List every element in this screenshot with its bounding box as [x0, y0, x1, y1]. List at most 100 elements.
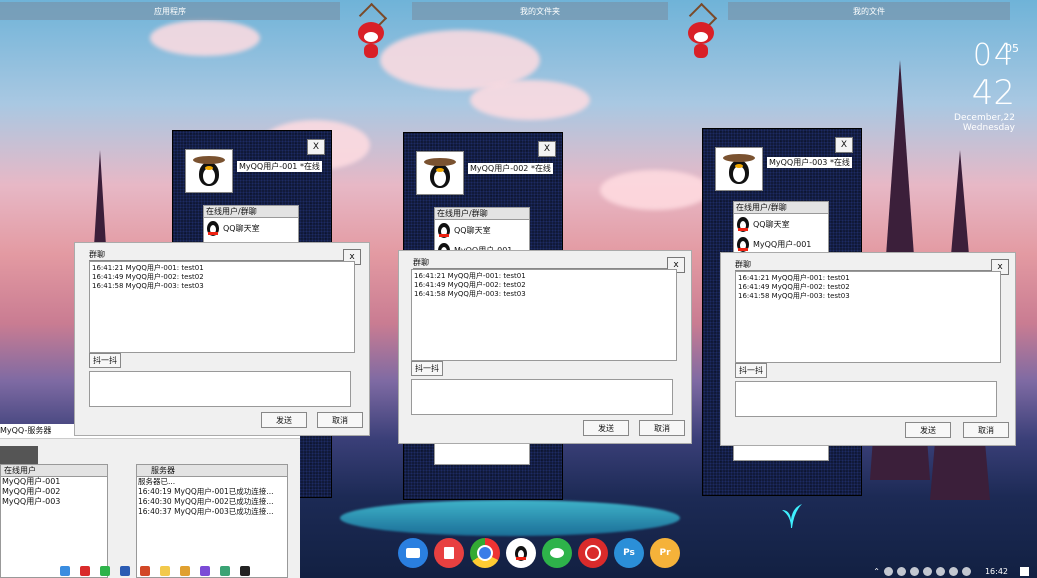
- status-text: *在线: [530, 164, 551, 173]
- netease-music-icon[interactable]: [80, 566, 90, 576]
- taskbar-apps: [60, 564, 250, 578]
- log-line: 16:40:37 MyQQ用户-003已成功连接...: [138, 507, 274, 516]
- wechat-icon[interactable]: [100, 566, 110, 576]
- send-button[interactable]: 发送: [583, 420, 629, 436]
- list-item[interactable]: QQ聊天室: [204, 218, 298, 238]
- desktop-item-my-folder[interactable]: 我的文件夹: [412, 2, 668, 20]
- chat-message: 16:41:21 MyQQ用户-001: test01: [92, 264, 204, 272]
- photoshop-icon[interactable]: Ps: [614, 538, 644, 568]
- desktop-clock: 04 05 42 December,22 Wednesday: [954, 38, 1019, 133]
- online-users-list: 在线用户 MyQQ用户-001 MyQQ用户-002 MyQQ用户-003: [0, 464, 108, 578]
- dock: Ps Pr: [398, 538, 680, 572]
- trash-icon[interactable]: [434, 538, 464, 568]
- list-item[interactable]: MyQQ用户-002: [2, 487, 107, 497]
- list-item[interactable]: MyQQ用户-001: [2, 477, 107, 487]
- log-line: 16:40:30 MyQQ用户-002已成功连接...: [138, 497, 274, 506]
- server-window: MyQQ-服务器 在线用户 MyQQ用户-001 MyQQ用户-002 MyQQ…: [0, 424, 300, 578]
- chat-message: 16:41:49 MyQQ用户-002: test02: [414, 281, 526, 289]
- shake-button[interactable]: 抖一抖: [89, 353, 121, 368]
- netease-music-icon[interactable]: [578, 538, 608, 568]
- glowing-sprout: [782, 504, 802, 528]
- avatar: [715, 147, 763, 191]
- list-item[interactable]: QQ聊天室: [435, 220, 529, 240]
- server-log: 服务器 服务器已... 16:40:19 MyQQ用户-001已成功连接... …: [136, 464, 288, 578]
- user-status: MyQQ用户-002 *在线: [468, 163, 553, 174]
- chrome-icon[interactable]: [470, 538, 500, 568]
- premiere-icon[interactable]: Pr: [650, 538, 680, 568]
- tray-icon[interactable]: [922, 566, 932, 576]
- tray-icon[interactable]: [909, 566, 919, 576]
- chat-message: 16:41:58 MyQQ用户-003: test03: [738, 292, 850, 300]
- qq-icon[interactable]: [506, 538, 536, 568]
- dock-icon-label: Ps: [623, 548, 635, 558]
- close-button[interactable]: X: [307, 139, 325, 155]
- list-item[interactable]: MyQQ用户-003: [2, 497, 107, 507]
- clock-minute: 42: [971, 73, 1015, 113]
- desktop-item-my-files[interactable]: 我的文件: [728, 2, 1010, 20]
- penguin-avatar-icon: [424, 158, 456, 188]
- qq-icon[interactable]: [240, 566, 250, 576]
- lake: [340, 500, 680, 536]
- volume-icon[interactable]: [948, 566, 958, 576]
- app-icon[interactable]: [180, 566, 190, 576]
- list-item-label: QQ聊天室: [223, 223, 260, 233]
- message-input[interactable]: [89, 371, 351, 407]
- chat-message: 16:41:49 MyQQ用户-002: test02: [92, 273, 204, 281]
- powerpoint-icon[interactable]: [140, 566, 150, 576]
- list-item-label: QQ聊天室: [753, 219, 790, 229]
- avatar: [185, 149, 233, 193]
- cloud: [470, 80, 590, 120]
- list-header: 在线用户/群聊: [204, 206, 298, 218]
- send-button[interactable]: 发送: [261, 412, 307, 428]
- tray-icon[interactable]: [883, 566, 893, 576]
- network-icon[interactable]: [935, 566, 945, 576]
- list-header: 服务器: [137, 465, 287, 477]
- desktop-item-apps[interactable]: 应用程序: [0, 2, 340, 20]
- group-chat-window: 群聊 x 16:41:21 MyQQ用户-001: test01 16:41:4…: [720, 252, 1016, 446]
- message-input[interactable]: [735, 381, 997, 417]
- close-button[interactable]: X: [835, 137, 853, 153]
- chat-log: 16:41:21 MyQQ用户-001: test01 16:41:49 MyQ…: [411, 269, 677, 361]
- clock-second: 05: [1005, 42, 1019, 55]
- cancel-button[interactable]: 取消: [317, 412, 363, 428]
- chat-message: 16:41:58 MyQQ用户-003: test03: [92, 282, 204, 290]
- chat-message: 16:41:21 MyQQ用户-001: test01: [414, 272, 526, 280]
- wechat-icon[interactable]: [542, 538, 572, 568]
- send-button[interactable]: 发送: [905, 422, 951, 438]
- close-button[interactable]: X: [538, 141, 556, 157]
- message-app-icon[interactable]: [398, 538, 428, 568]
- app-icon[interactable]: [220, 566, 230, 576]
- shake-button[interactable]: 抖一抖: [411, 361, 443, 376]
- tray-icon[interactable]: [896, 566, 906, 576]
- cancel-button[interactable]: 取消: [963, 422, 1009, 438]
- shake-button[interactable]: 抖一抖: [735, 363, 767, 378]
- notification-icon[interactable]: [1020, 566, 1029, 576]
- word-icon[interactable]: [120, 566, 130, 576]
- qq-icon: [736, 216, 750, 232]
- chat-title: 群聊: [89, 250, 105, 259]
- user-name: MyQQ用户-001: [239, 162, 298, 171]
- qq-icon: [736, 236, 750, 252]
- keyboard-icon[interactable]: [961, 566, 971, 576]
- tray-clock[interactable]: 16:42: [985, 567, 1008, 576]
- avatar: [416, 151, 464, 195]
- message-input[interactable]: [411, 379, 673, 415]
- clock-weekday: Wednesday: [962, 123, 1015, 133]
- desktop-item-label: 我的文件: [853, 6, 885, 16]
- chat-message: 16:41:58 MyQQ用户-003: test03: [414, 290, 526, 298]
- visual-studio-icon[interactable]: [200, 566, 210, 576]
- clock-date: December,22: [954, 113, 1015, 123]
- chevron-up-icon[interactable]: ⌃: [873, 567, 880, 576]
- app-icon[interactable]: [60, 566, 70, 576]
- list-item[interactable]: QQ聊天室: [734, 214, 828, 234]
- folder-icon[interactable]: [160, 566, 170, 576]
- user-status: MyQQ用户-001 *在线: [237, 161, 322, 172]
- mascot-icon: [686, 2, 718, 62]
- mascot-icon: [356, 2, 388, 62]
- status-text: *在线: [829, 158, 850, 167]
- system-tray: ⌃ 16:42: [789, 564, 1037, 578]
- list-item[interactable]: MyQQ用户-001: [734, 234, 828, 254]
- chat-log: 16:41:21 MyQQ用户-001: test01 16:41:49 MyQ…: [89, 261, 355, 353]
- user-name: MyQQ用户-002: [470, 164, 529, 173]
- cancel-button[interactable]: 取消: [639, 420, 685, 436]
